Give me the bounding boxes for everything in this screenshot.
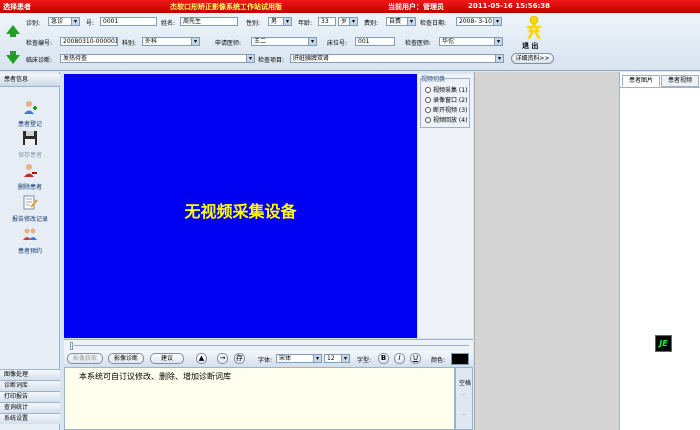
sidebar-item-print-report[interactable]: 打印报告	[0, 391, 60, 402]
no-field[interactable]: 0001	[100, 17, 157, 26]
section-select[interactable]: 外科	[142, 37, 200, 46]
sidebar-header[interactable]: 患者信息	[0, 74, 60, 87]
detail-button[interactable]: 详细资料>>	[511, 53, 554, 64]
dept-label: 诊别:	[26, 20, 41, 27]
arrow-button[interactable]: →	[217, 353, 228, 364]
color-label: 颜色:	[431, 357, 446, 364]
sidebar-item-label: 患者登记	[17, 121, 42, 128]
radio-circle-icon	[425, 107, 431, 113]
item-label: 检查项目:	[258, 57, 285, 64]
name-label: 姓名:	[161, 20, 176, 27]
next-arrow-icon[interactable]	[6, 55, 20, 64]
date-picker[interactable]: 2008- 3-10	[456, 17, 502, 26]
timeline-handle[interactable]	[70, 342, 73, 350]
video-timeline[interactable]	[64, 339, 473, 351]
bold-button[interactable]: B	[378, 353, 389, 364]
patient-media-panel: 患者图片 患者视频	[619, 72, 700, 430]
doctor-select[interactable]: 王二	[251, 37, 317, 46]
doctor-label: 申请医师:	[215, 40, 242, 47]
up-button[interactable]: ▲	[196, 353, 207, 364]
date-label: 检查日期:	[420, 20, 447, 27]
name-field[interactable]: 周先生	[180, 17, 238, 26]
sidebar-item-label: 患者预约	[17, 248, 42, 255]
checker-label: 检查医师:	[405, 40, 432, 47]
image-preview-area	[474, 72, 619, 430]
exam-no-label: 检查编号:	[26, 40, 53, 47]
underline-button[interactable]: U	[410, 353, 421, 364]
delete-icon	[24, 164, 37, 177]
style-label: 字型:	[357, 357, 372, 364]
dept-select[interactable]: 急诊	[48, 17, 80, 26]
radio-circle-icon	[425, 87, 431, 93]
image-diagnose-button[interactable]: 影像诊断	[108, 353, 144, 364]
radio-record-window[interactable]: 录像窗口 (2)	[425, 95, 467, 104]
text-toolbar: 影像获取 影像诊断 建议 ▲ → 存 字体: 宋体 12 字型: B I U 颜…	[64, 351, 473, 367]
sidebar-item-label: 保存患者	[17, 152, 42, 159]
exam-no-field[interactable]: 20080310-000001	[60, 37, 118, 46]
video-switch-panel: 视频切换 视频采集 (1) 录像窗口 (2) 断开视频 (3) 视频回放 (4)	[418, 74, 473, 338]
font-select[interactable]: 宋体	[276, 354, 322, 363]
sidebar-item-query-stats[interactable]: 查询统计	[0, 402, 60, 413]
exit-icon	[526, 15, 542, 39]
sidebar-item-report-edit[interactable]: 报告修改记录	[0, 194, 60, 223]
font-size-select[interactable]: 12	[324, 354, 350, 363]
diagnosis-text-area[interactable]: 本系统可自订议修改、删除、增加诊断词库	[64, 367, 455, 430]
sidebar-item-label: 删除患者	[17, 184, 42, 191]
title-bar: 选择患者 杰软口形矫正影像系统工作站试用版 当前用户：管理员 2011-05-1…	[0, 0, 700, 13]
sidebar-item-image-process[interactable]: 图像处理	[0, 369, 60, 380]
sidebar-item-save[interactable]: 保存患者	[0, 130, 60, 159]
datetime: 2011-05-16 15:56:38	[468, 2, 551, 10]
space-panel[interactable]: 空格 · ·	[455, 367, 473, 430]
italic-button[interactable]: I	[394, 353, 405, 364]
exit-button[interactable]: 退 出	[520, 15, 548, 51]
suggest-button[interactable]: 建议	[150, 353, 184, 364]
appointment-icon	[23, 228, 37, 240]
fee-select[interactable]: 自费	[386, 17, 416, 26]
sex-label: 性别:	[246, 20, 261, 27]
current-user: 当前用户：管理员	[388, 3, 444, 11]
patient-header: 诊别: 急诊 号: 0001 姓名: 周先生 性别: 男 年龄: 33 岁 费别…	[0, 13, 700, 71]
font-label: 字体:	[258, 357, 273, 364]
sidebar-item-register[interactable]: 患者登记	[0, 99, 60, 128]
no-label: 号:	[86, 20, 95, 27]
bed-label: 床位号:	[327, 40, 348, 47]
age-label: 年龄:	[298, 20, 313, 27]
logo: JE	[655, 335, 672, 352]
diag-label: 临床诊断:	[26, 57, 53, 64]
item-select[interactable]: 肝脏胰脾双肾	[290, 54, 504, 63]
radio-circle-icon	[425, 97, 431, 103]
exit-label: 退 出	[522, 42, 539, 50]
capture-image-button[interactable]: 影像获取	[67, 353, 103, 364]
save-text-button[interactable]: 存	[234, 353, 245, 364]
section-label: 科别:	[122, 40, 137, 47]
report-edit-icon	[23, 195, 38, 210]
save-icon	[23, 131, 37, 145]
color-picker[interactable]	[451, 353, 469, 365]
tab-patient-videos[interactable]: 患者视频	[661, 75, 699, 87]
age-unit-select[interactable]: 岁	[338, 17, 358, 26]
sidebar-item-label: 报告修改记录	[11, 216, 48, 223]
age-field[interactable]: 33	[318, 17, 336, 26]
sidebar-item-system-settings[interactable]: 系统设置	[0, 413, 60, 424]
sex-select[interactable]: 男	[268, 17, 292, 26]
app-title: 杰软口形矫正影像系统工作站试用版	[170, 3, 282, 11]
sidebar-item-appointment[interactable]: 患者预约	[0, 226, 60, 255]
tab-patient-images[interactable]: 患者图片	[622, 75, 660, 87]
sidebar: 患者信息 患者登记 保存患者 删除患者 报告修改记录 患者预约 图像处理 诊断词…	[0, 72, 60, 430]
space-label: 空格	[459, 380, 472, 387]
bed-field[interactable]: 001	[355, 37, 395, 46]
radio-video-capture[interactable]: 视频采集 (1)	[425, 85, 467, 94]
radio-video-playback[interactable]: 视频回放 (4)	[425, 115, 467, 124]
radio-circle-icon	[425, 117, 431, 123]
register-icon	[24, 101, 37, 114]
video-display[interactable]: 无视频采集设备	[64, 74, 417, 338]
radio-disconnect-video[interactable]: 断开视频 (3)	[425, 105, 467, 114]
select-patient-label[interactable]: 选择患者	[3, 2, 31, 12]
diag-select[interactable]: 发热待查	[60, 54, 255, 63]
checker-select[interactable]: 华佗	[439, 37, 503, 46]
sidebar-item-diag-library[interactable]: 诊断词库	[0, 380, 60, 391]
fee-label: 费别:	[364, 20, 379, 27]
no-video-device-text: 无视频采集设备	[184, 202, 297, 221]
sidebar-item-delete[interactable]: 删除患者	[0, 162, 60, 191]
